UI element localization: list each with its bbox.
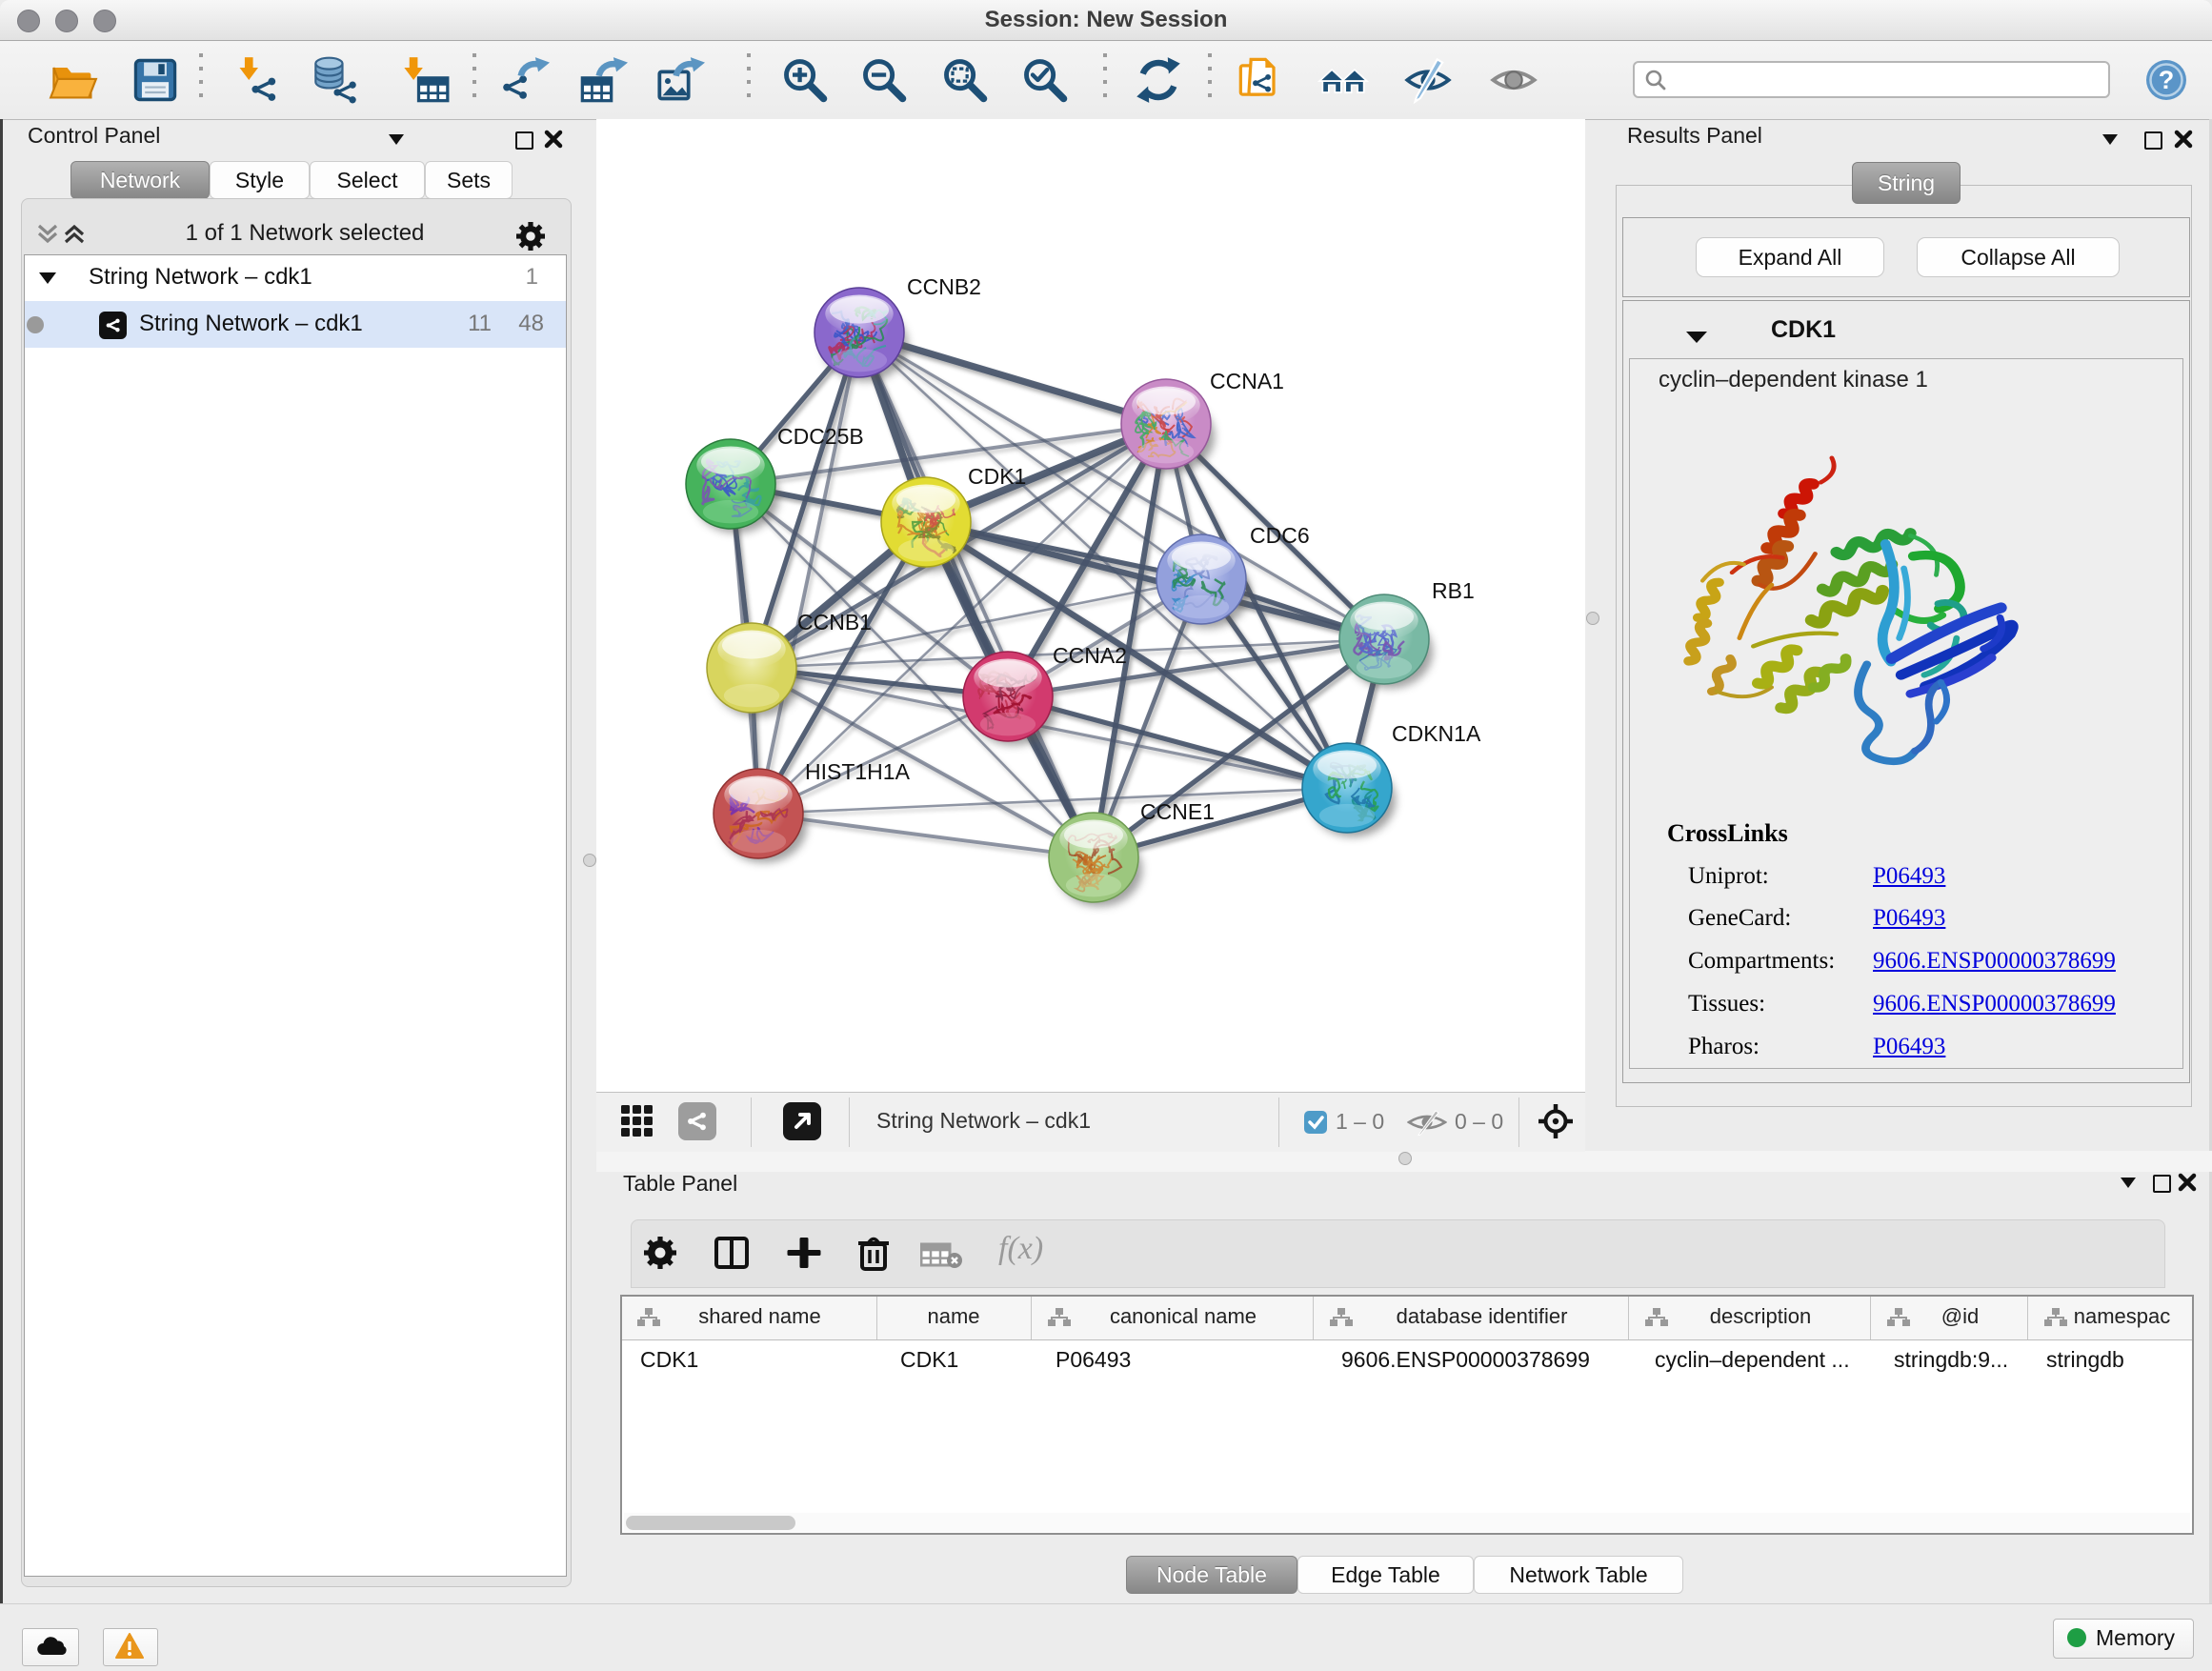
svg-text:RB1: RB1	[1432, 578, 1475, 603]
svg-text:CCNA2: CCNA2	[1053, 643, 1127, 668]
svg-text:CDC25B: CDC25B	[777, 424, 864, 449]
svg-text:HIST1H1A: HIST1H1A	[805, 759, 911, 784]
svg-text:CCNA1: CCNA1	[1210, 369, 1284, 393]
svg-text:CCNB2: CCNB2	[907, 274, 981, 299]
svg-text:?: ?	[2159, 66, 2175, 94]
svg-text:CDK1: CDK1	[968, 464, 1026, 489]
svg-text:CDC6: CDC6	[1250, 523, 1310, 548]
svg-text:CCNB1: CCNB1	[797, 610, 872, 634]
svg-text:CCNE1: CCNE1	[1140, 799, 1215, 824]
svg-text:CDKN1A: CDKN1A	[1392, 721, 1481, 746]
